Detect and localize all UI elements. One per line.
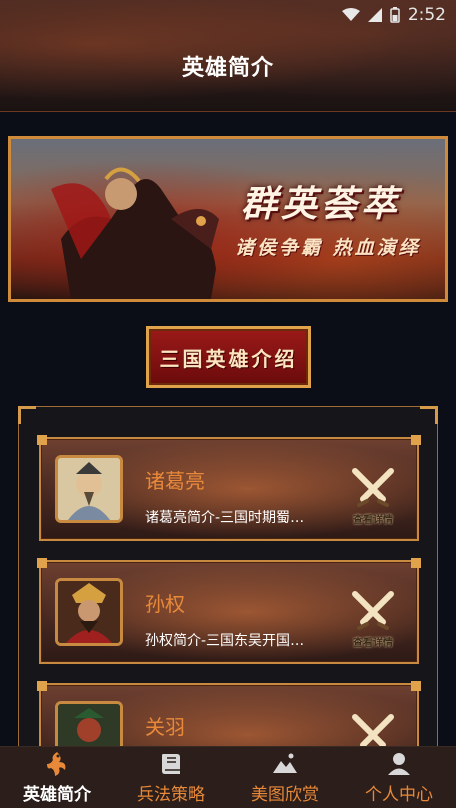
nav-label: 个人中心 <box>365 785 433 805</box>
phoenix-icon <box>47 752 66 776</box>
hero-portrait-zhuge-liang <box>55 455 123 523</box>
nav-label: 兵法策略 <box>137 785 205 805</box>
banner-title: 群英荟萃 <box>241 183 402 225</box>
status-bar: 2:52 <box>341 0 446 30</box>
section-title-plaque: 三国英雄介绍 <box>146 326 311 388</box>
signal-icon <box>367 8 382 22</box>
corner-ornament <box>18 406 36 424</box>
warrior-on-horse-image <box>51 167 219 299</box>
hero-intro: 孙权简介-三国东吴开国皇帝… <box>145 633 315 649</box>
section-title: 三国英雄介绍 <box>159 346 298 371</box>
banner-image[interactable]: 群英荟萃 诸侯争霸 热血演绎 <box>8 136 448 302</box>
wifi-icon <box>341 8 360 21</box>
bottom-nav: 英雄简介 兵法策略 美图欣赏 个人中心 <box>0 746 456 808</box>
banner-subtitle: 诸侯争霸 热血演绎 <box>235 237 421 259</box>
person-icon <box>388 753 410 775</box>
hero-portrait-sun-quan <box>55 578 123 646</box>
nav-item-gallery[interactable]: 美图欣赏 <box>228 747 342 808</box>
view-details-label: 查看详情 <box>353 638 393 649</box>
hero-intro: 诸葛亮简介-三国时期蜀汉丞相… <box>145 510 315 526</box>
corner-ornament <box>420 406 438 424</box>
hero-card-zhuge-liang[interactable]: 诸葛亮 诸葛亮简介-三国时期蜀汉丞相… 查看详情 <box>37 435 421 541</box>
status-time: 2:52 <box>407 5 446 25</box>
view-details-button[interactable]: 查看详情 <box>343 588 403 652</box>
nav-item-profile[interactable]: 个人中心 <box>342 747 456 808</box>
nav-label: 英雄简介 <box>23 785 91 805</box>
battery-icon <box>390 7 400 23</box>
crossed-swords-icon <box>352 591 394 630</box>
nav-item-strategy[interactable]: 兵法策略 <box>114 747 228 808</box>
hero-name: 孙权 <box>145 592 185 616</box>
hero-name: 关羽 <box>145 715 185 739</box>
nav-item-hero-intro[interactable]: 英雄简介 <box>0 747 114 808</box>
page-title: 英雄简介 <box>181 56 274 81</box>
mountain-image-icon <box>273 753 297 773</box>
hero-name: 诸葛亮 <box>145 469 205 493</box>
view-details-button[interactable]: 查看详情 <box>343 465 403 529</box>
hero-card-sun-quan[interactable]: 孙权 孙权简介-三国东吴开国皇帝… 查看详情 <box>37 558 421 664</box>
header: 2:52 英雄简介 <box>0 0 456 112</box>
crossed-swords-icon <box>352 468 394 507</box>
nav-label: 美图欣赏 <box>251 785 319 805</box>
view-details-label: 查看详情 <box>353 515 393 526</box>
book-icon <box>162 754 180 774</box>
